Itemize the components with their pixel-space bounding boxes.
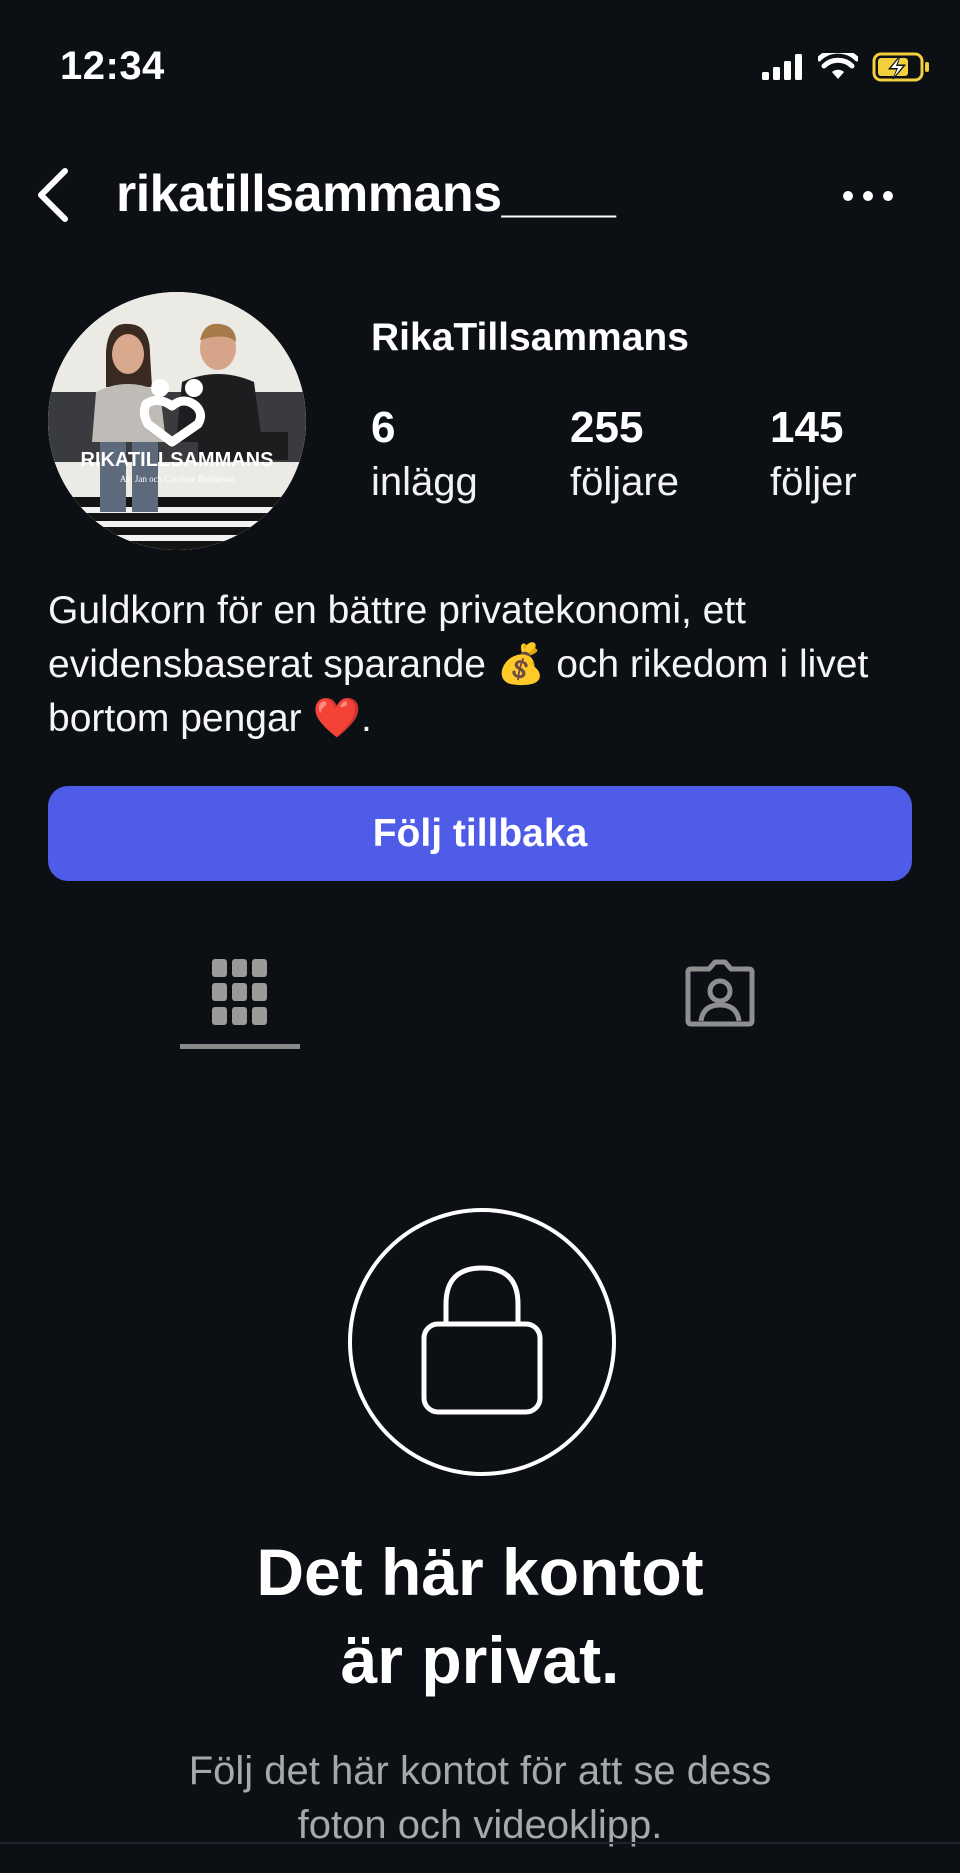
signal-icon: [762, 54, 804, 85]
stat-following-label: följer: [770, 460, 857, 504]
stat-followers-label: följare: [570, 460, 679, 504]
wifi-icon: [816, 48, 860, 86]
follow-back-button[interactable]: Följ tillbaka: [48, 786, 912, 881]
back-button[interactable]: [18, 162, 88, 232]
stat-following-value: 145: [770, 403, 844, 452]
lock-circle: [348, 1208, 616, 1476]
profile-header: rikatillsammans____: [0, 150, 960, 240]
avatar[interactable]: RIKATILLSAMMANS Av: Jan och Caroline Bol…: [48, 292, 306, 550]
stat-followers-value: 255: [570, 403, 644, 452]
avatar-image: RIKATILLSAMMANS Av: Jan och Caroline Bol…: [48, 292, 306, 550]
tab-tagged[interactable]: [660, 940, 780, 1050]
chevron-left-icon: [33, 165, 73, 230]
more-horizontal-icon: [842, 189, 894, 207]
status-time: 12:34: [60, 44, 165, 88]
private-account-subtitle: Följ det här kontot för att se dess foto…: [188, 1749, 772, 1847]
stat-posts[interactable]: 6 inlägg: [371, 400, 478, 508]
grid-icon: [212, 958, 268, 1032]
stat-posts-label: inlägg: [371, 460, 478, 504]
stat-followers[interactable]: 255 följare: [570, 400, 679, 508]
private-account-title: Det här kontot är privat.: [256, 1535, 704, 1697]
lock-icon: [418, 1260, 546, 1425]
battery-charging-icon: [872, 52, 932, 87]
stat-posts-value: 6: [371, 403, 396, 452]
stat-following[interactable]: 145 följer: [770, 400, 857, 508]
tagged-person-icon: [685, 959, 755, 1032]
avatar-caption-text: Av: Jan och Caroline Bolmeson: [120, 474, 235, 484]
more-options-button[interactable]: [828, 168, 908, 228]
tab-grid[interactable]: [180, 940, 300, 1050]
bottom-divider: [0, 1842, 960, 1844]
active-tab-indicator: [180, 1044, 300, 1049]
profile-bio: Guldkorn för en bättre privatekonomi, et…: [48, 589, 869, 740]
avatar-brand-text: RIKATILLSAMMANS: [81, 449, 274, 471]
status-icons: [762, 48, 932, 87]
status-bar: 12:34: [0, 0, 960, 140]
display-name: RikaTillsammans: [371, 316, 689, 359]
header-username: rikatillsammans____: [116, 165, 616, 223]
